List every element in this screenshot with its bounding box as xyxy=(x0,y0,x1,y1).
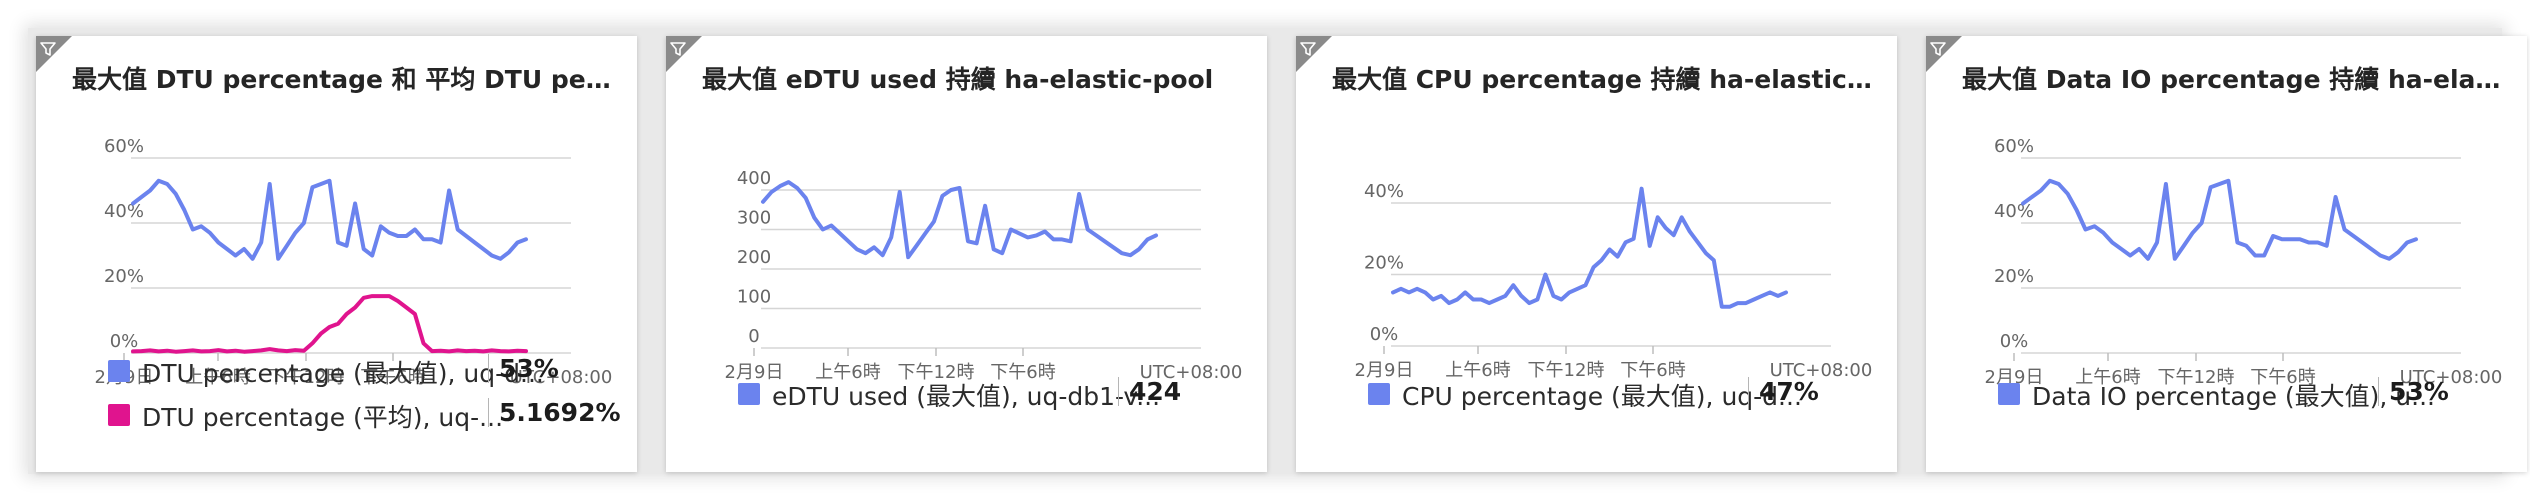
y-tick-label: 200 xyxy=(737,247,771,268)
legend-item[interactable]: DTU percentage (最大值), uq-d... 53% xyxy=(108,354,628,388)
legend-label: DTU percentage (平均), uq-... xyxy=(142,403,504,432)
tile-data-io-percentage[interactable]: 最大值 Data IO percentage 持續 ha-elastic-...… xyxy=(1926,36,2527,472)
legend-swatch xyxy=(108,360,130,382)
legend-swatch xyxy=(108,404,130,426)
y-tick-label: 40% xyxy=(1994,201,2034,222)
legend-value: 424 xyxy=(1118,377,1181,406)
y-tick-label: 20% xyxy=(104,266,144,287)
filter-icon[interactable] xyxy=(669,40,687,58)
legend-value: 47% xyxy=(1748,377,1819,406)
series-line-0[interactable] xyxy=(131,178,528,261)
line-chart: 40030020010002月9日 上午6時 下午12時 下午6時 UTC+08:00 xyxy=(725,168,1243,383)
tile-title: 最大值 eDTU used 持續 ha-elastic-pool xyxy=(702,65,1214,94)
tile-title: 最大值 DTU percentage 和 平均 DTU percen... xyxy=(72,65,622,94)
y-tick-label: 0% xyxy=(1370,324,1399,345)
legend-item[interactable]: DTU percentage (平均), uq-... 5.1692% xyxy=(108,398,628,432)
legend-label: Data IO percentage (最大值), u... xyxy=(2032,382,2435,411)
series-line-1[interactable] xyxy=(131,294,528,354)
tile-dtu-percentage[interactable]: 最大值 DTU percentage 和 平均 DTU percen... 60%… xyxy=(36,36,637,472)
y-tick-label: 100 xyxy=(737,287,771,308)
filter-icon[interactable] xyxy=(39,40,57,58)
y-tick-label: 40% xyxy=(1364,181,1404,202)
legend-label: DTU percentage (最大值), uq-d... xyxy=(142,359,544,388)
legend-swatch xyxy=(1998,383,2020,405)
line-chart: 40%20%0%2月9日 上午6時 下午12時 下午6時 UTC+08:00 xyxy=(1355,181,1873,381)
tile-title: 最大值 CPU percentage 持續 ha-elastic-pool xyxy=(1332,65,1882,94)
y-tick-label: 400 xyxy=(737,168,771,189)
line-chart: 60%40%20%0%2月9日上午6時下午12時下午6時UTC+08:00 xyxy=(1985,136,2503,388)
y-tick-label: 20% xyxy=(1994,266,2034,287)
y-tick-label: 0 xyxy=(748,326,759,347)
legend-swatch xyxy=(738,383,760,405)
filter-icon[interactable] xyxy=(1299,40,1317,58)
y-tick-label: 40% xyxy=(104,201,144,222)
tile-title: 最大值 Data IO percentage 持續 ha-elastic-... xyxy=(1962,65,2512,94)
series-line-0[interactable] xyxy=(2021,178,2418,261)
legend-label: CPU percentage (最大值), uq-d... xyxy=(1402,382,1802,411)
legend-item[interactable]: Data IO percentage (最大值), u... 53% xyxy=(1998,377,2518,411)
legend-item[interactable]: CPU percentage (最大值), uq-d... 47% xyxy=(1368,377,1888,411)
tile-edtu-used[interactable]: 最大值 eDTU used 持續 ha-elastic-pool 400 300 20… xyxy=(666,36,1267,472)
y-tick-label: 20% xyxy=(1364,253,1404,274)
filter-icon[interactable] xyxy=(1929,40,1947,58)
legend-label: eDTU used (最大值), uq-db1-v... xyxy=(772,382,1161,411)
y-tick-label: 60% xyxy=(104,136,144,157)
tile-cpu-percentage[interactable]: 最大值 CPU percentage 持續 ha-elastic-pool 40%… xyxy=(1296,36,1897,472)
legend-value: 5.1692% xyxy=(488,398,621,427)
series-line-0[interactable] xyxy=(761,180,1158,260)
y-tick-label: 0% xyxy=(110,331,139,352)
y-tick-label: 60% xyxy=(1994,136,2034,157)
y-tick-label: 300 xyxy=(737,208,771,229)
legend-value: 53% xyxy=(2378,377,2449,406)
series-line-0[interactable] xyxy=(1391,186,1788,309)
y-tick-label: 0% xyxy=(2000,331,2029,352)
legend-swatch xyxy=(1368,383,1390,405)
legend-item[interactable]: eDTU used (最大值), uq-db1-v... 424 xyxy=(738,377,1258,411)
legend-value: 53% xyxy=(488,354,559,383)
